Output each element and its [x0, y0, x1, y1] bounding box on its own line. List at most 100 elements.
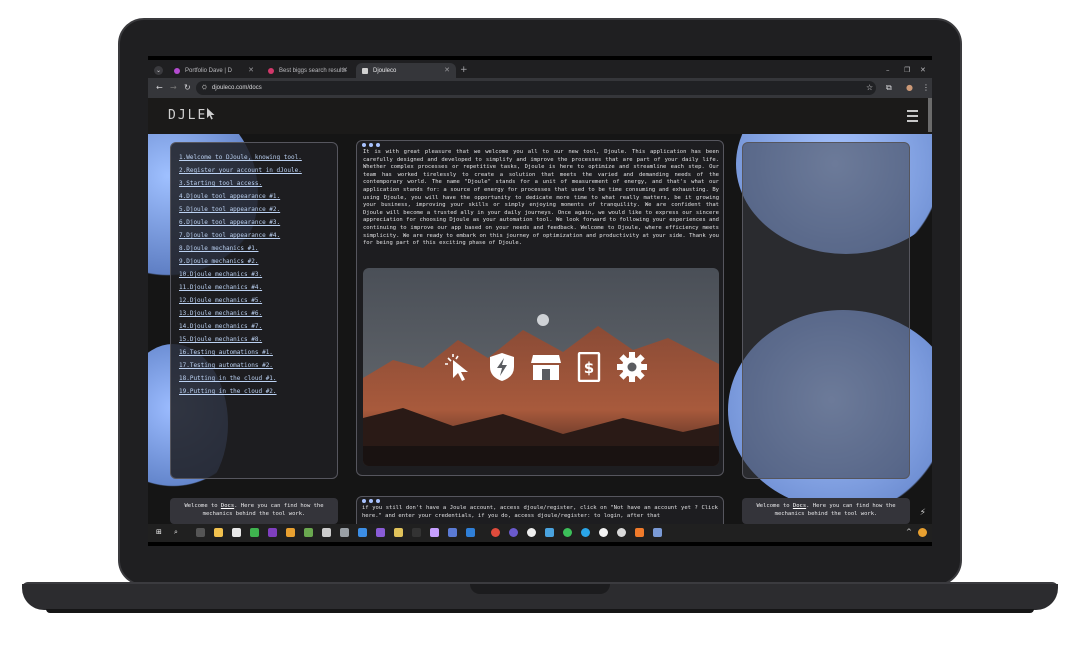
task-view-icon[interactable] — [196, 528, 205, 537]
chrome-icon[interactable] — [491, 528, 500, 537]
url-text: djouleco.com/docs — [212, 85, 262, 91]
toc-link[interactable]: 17.Testing automations #2. — [179, 359, 337, 372]
app-icon[interactable] — [509, 528, 518, 537]
toc-link[interactable]: 16.Testing automations #1. — [179, 346, 337, 359]
toc-link[interactable]: 2.Register your account in dJoule. — [179, 164, 337, 177]
tray-app-icon[interactable] — [918, 528, 927, 537]
reload-icon[interactable]: ↻ — [184, 83, 191, 92]
toc-link[interactable]: 19.Putting in the cloud #2. — [179, 385, 337, 398]
toc-link[interactable]: 3.Starting tool access. — [179, 177, 337, 190]
intro-text: It is with great pleasure that we welcom… — [363, 149, 719, 247]
toc-link[interactable]: 18.Putting in the cloud #1. — [179, 372, 337, 385]
tab-favicon-icon — [174, 67, 180, 74]
toc-link[interactable]: 9.Djoule mechanics #2. — [179, 255, 337, 268]
toc-link[interactable]: 12.Djoule mechanics #5. — [179, 294, 337, 307]
toc-link[interactable]: 6.Djoule tool appearance #3. — [179, 216, 337, 229]
laptop-foot — [46, 609, 1034, 613]
toc-link[interactable]: 10.Djoule mechanics #3. — [179, 268, 337, 281]
window-dots-icon — [362, 143, 380, 147]
profile-avatar-icon[interactable]: ● — [906, 83, 913, 92]
app-icon[interactable] — [286, 528, 295, 537]
terminal-icon[interactable] — [412, 528, 421, 537]
toc-link[interactable]: 14.Djoule mechanics #7. — [179, 320, 337, 333]
github-icon[interactable] — [527, 528, 536, 537]
app-icon[interactable] — [322, 528, 331, 537]
toc-link[interactable]: 13.Djoule mechanics #6. — [179, 307, 337, 320]
store-icon — [531, 355, 561, 380]
close-icon[interactable]: ✕ — [248, 66, 254, 74]
tab-portfolio[interactable]: Portfolio Dave | D ✕ — [168, 63, 260, 78]
app-icon[interactable] — [617, 528, 626, 537]
register-text: if you still don't have a Joule account,… — [362, 505, 718, 519]
minimize-icon[interactable]: – — [886, 66, 890, 74]
start-icon[interactable]: ⊞ — [156, 528, 162, 536]
window-close-icon[interactable]: ✕ — [920, 66, 926, 74]
app-icon[interactable] — [653, 528, 662, 537]
forward-icon[interactable]: → — [170, 83, 177, 92]
toc-list: 1.Welcome to DJoule, knowing tool. 2.Regi… — [179, 151, 337, 398]
new-tab-icon[interactable]: + — [460, 65, 468, 75]
app-icon[interactable] — [545, 528, 554, 537]
menu-kebab-icon[interactable]: ⋮ — [922, 83, 930, 92]
tab-search-results[interactable]: Best biggs search results ✕ — [262, 63, 354, 78]
docs-link[interactable]: Docs — [793, 503, 806, 509]
hero-image: $ — [363, 268, 719, 466]
svg-text:$: $ — [584, 359, 594, 377]
toc-link[interactable]: 7.Djoule tool appearance #4. — [179, 229, 337, 242]
search-icon[interactable]: ⌕ — [174, 528, 178, 537]
close-icon[interactable]: ✕ — [342, 66, 348, 74]
app-icon[interactable] — [304, 528, 313, 537]
docs-page: 1.Welcome to DJoule, knowing tool. 2.Regi… — [148, 134, 932, 524]
tray-chevron-icon[interactable]: ^ — [906, 528, 912, 536]
app-icon[interactable] — [581, 528, 590, 537]
app-icon[interactable] — [340, 528, 349, 537]
app-icon[interactable] — [232, 528, 241, 537]
extensions-icon[interactable]: ⧉ — [886, 83, 892, 93]
app-icon[interactable] — [599, 528, 608, 537]
visual-studio-icon[interactable] — [376, 528, 385, 537]
tab-label: Best biggs search results — [279, 67, 347, 74]
app-icon[interactable] — [268, 528, 277, 537]
docs-welcome-note-right: Welcome to Docs. Here you can find how t… — [742, 498, 910, 524]
file-explorer-icon[interactable] — [214, 528, 223, 537]
receipt-dollar-icon: $ — [577, 352, 601, 382]
spotify-icon[interactable] — [563, 528, 572, 537]
shield-bolt-icon — [490, 353, 514, 381]
app-icon[interactable] — [250, 528, 259, 537]
app-icon[interactable] — [635, 528, 644, 537]
windows-taskbar: ⊞ ⌕ ^ — [148, 524, 932, 542]
app-icon[interactable] — [394, 528, 403, 537]
scrollbar-thumb[interactable] — [928, 98, 932, 132]
app-icon[interactable] — [466, 528, 475, 537]
window-dots-icon — [362, 499, 380, 503]
toc-link[interactable]: 4.Djoule tool appearance #1. — [179, 190, 337, 203]
toc-link[interactable]: 11.Djoule mechanics #4. — [179, 281, 337, 294]
address-bar[interactable]: ⛭ djouleco.com/docs — [196, 81, 876, 95]
tab-favicon-icon — [362, 67, 368, 74]
app-icon[interactable] — [430, 528, 439, 537]
table-of-contents: 1.Welcome to DJoule, knowing tool. 2.Regi… — [170, 142, 338, 479]
close-icon[interactable]: ✕ — [444, 66, 450, 74]
laptop-screen: ⌄ Portfolio Dave | D ✕ Best biggs search… — [148, 56, 932, 546]
toc-link[interactable]: 5.Djoule tool appearance #2. — [179, 203, 337, 216]
site-logo[interactable]: DJLE — [168, 108, 215, 123]
docs-link[interactable]: Docs — [221, 503, 234, 509]
restore-icon[interactable]: ❐ — [904, 66, 910, 74]
bookmark-star-icon[interactable]: ☆ — [866, 83, 873, 92]
register-panel: if you still don't have a Joule account,… — [356, 496, 724, 524]
logo-cursor-icon — [207, 108, 215, 120]
bolt-icon[interactable]: ⚡ — [920, 508, 926, 518]
browser-tabstrip: ⌄ Portfolio Dave | D ✕ Best biggs search… — [148, 60, 932, 78]
docs-welcome-note: Welcome to Docs. Here you can find how t… — [170, 498, 338, 524]
toc-link[interactable]: 8.Djoule mechanics #1. — [179, 242, 337, 255]
back-icon[interactable]: ← — [156, 83, 163, 92]
site-info-icon[interactable]: ⛭ — [202, 81, 207, 95]
tab-search-icon[interactable]: ⌄ — [154, 66, 163, 75]
hamburger-menu-icon[interactable] — [907, 110, 918, 125]
toc-link[interactable]: 15.Djoule mechanics #8. — [179, 333, 337, 346]
tab-djouleco[interactable]: Djouleco ✕ — [356, 63, 456, 78]
vscode-icon[interactable] — [358, 528, 367, 537]
app-icon[interactable] — [448, 528, 457, 537]
cursor-click-icon — [445, 354, 468, 381]
toc-link[interactable]: 1.Welcome to DJoule, knowing tool. — [179, 151, 337, 164]
